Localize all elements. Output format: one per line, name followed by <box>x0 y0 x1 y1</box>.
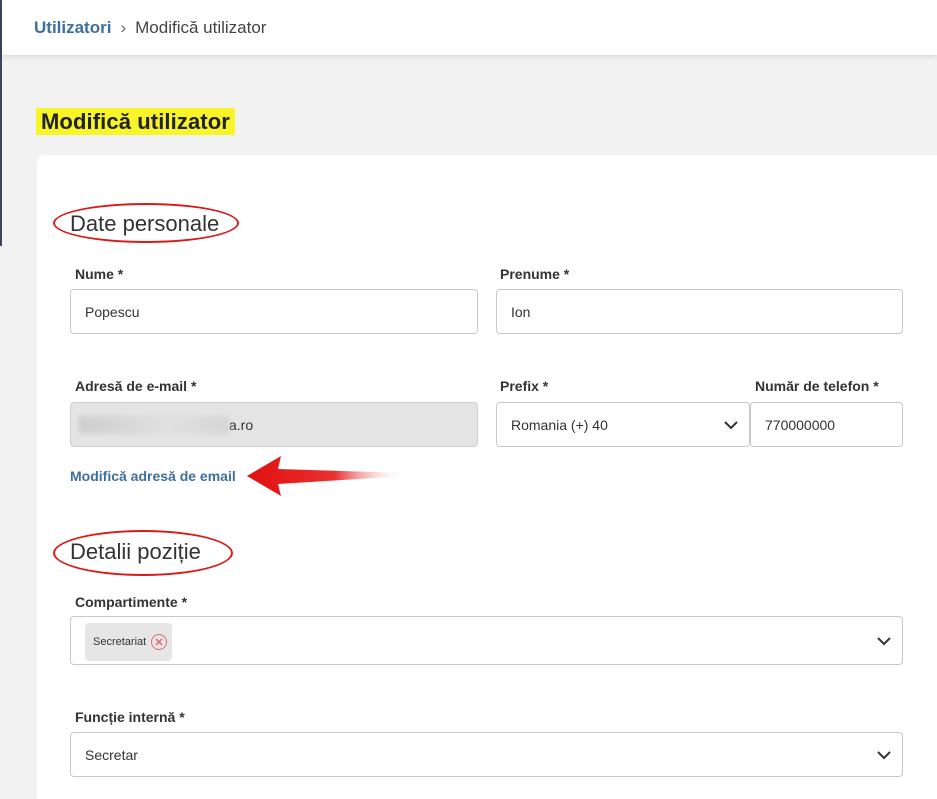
prenume-value: Ion <box>511 303 531 320</box>
page-title: Modifică utilizator <box>41 108 230 134</box>
functie-label: Funcție internă * <box>75 709 185 725</box>
chevron-down-icon <box>877 750 891 759</box>
change-email-link[interactable]: Modifică adresă de email <box>70 468 236 484</box>
prefix-value: Romania (+) 40 <box>511 416 608 433</box>
nume-field[interactable]: Popescu <box>70 289 478 334</box>
email-field: a.ro <box>70 402 478 447</box>
section-title-position: Detalii poziție <box>70 539 201 564</box>
nume-label: Nume * <box>75 266 124 282</box>
section-title-personal: Date personale <box>70 211 220 236</box>
breadcrumb-current: Modifică utilizator <box>135 17 267 37</box>
user-form-card: Date personale Nume * Popescu Prenume * … <box>37 155 937 799</box>
prenume-field[interactable]: Ion <box>496 289 903 334</box>
red-arrow-annotation <box>247 456 407 496</box>
email-label: Adresă de e-mail * <box>75 378 197 394</box>
prefix-label: Prefix * <box>500 378 549 394</box>
phone-label: Număr de telefon * <box>755 378 879 394</box>
top-bar: Utilizatori › Modifică utilizator <box>2 0 937 55</box>
breadcrumb-separator: › <box>120 17 127 37</box>
prenume-label: Prenume * <box>500 266 570 282</box>
functie-select[interactable]: Secretar <box>70 732 903 777</box>
page-title-highlight: Modifică utilizator <box>36 108 235 135</box>
compartimente-label: Compartimente * <box>75 594 188 610</box>
functie-value: Secretar <box>85 746 138 763</box>
close-circle-icon[interactable] <box>151 634 168 650</box>
phone-value: 770000000 <box>765 416 836 433</box>
breadcrumb-utilizatori-link[interactable]: Utilizatori <box>34 18 111 38</box>
phone-field[interactable]: 770000000 <box>750 402 903 447</box>
chip-secretariat: Secretariat <box>85 623 173 661</box>
prefix-select[interactable]: Romania (+) 40 <box>496 402 750 447</box>
email-value-suffix: a.ro <box>229 416 254 433</box>
nume-value: Popescu <box>85 303 140 320</box>
chip-label: Secretariat <box>93 636 147 648</box>
email-redacted-part <box>79 415 229 434</box>
compartimente-select[interactable]: Secretariat <box>70 616 903 665</box>
chevron-down-icon <box>877 636 891 645</box>
chevron-down-icon <box>724 420 738 429</box>
